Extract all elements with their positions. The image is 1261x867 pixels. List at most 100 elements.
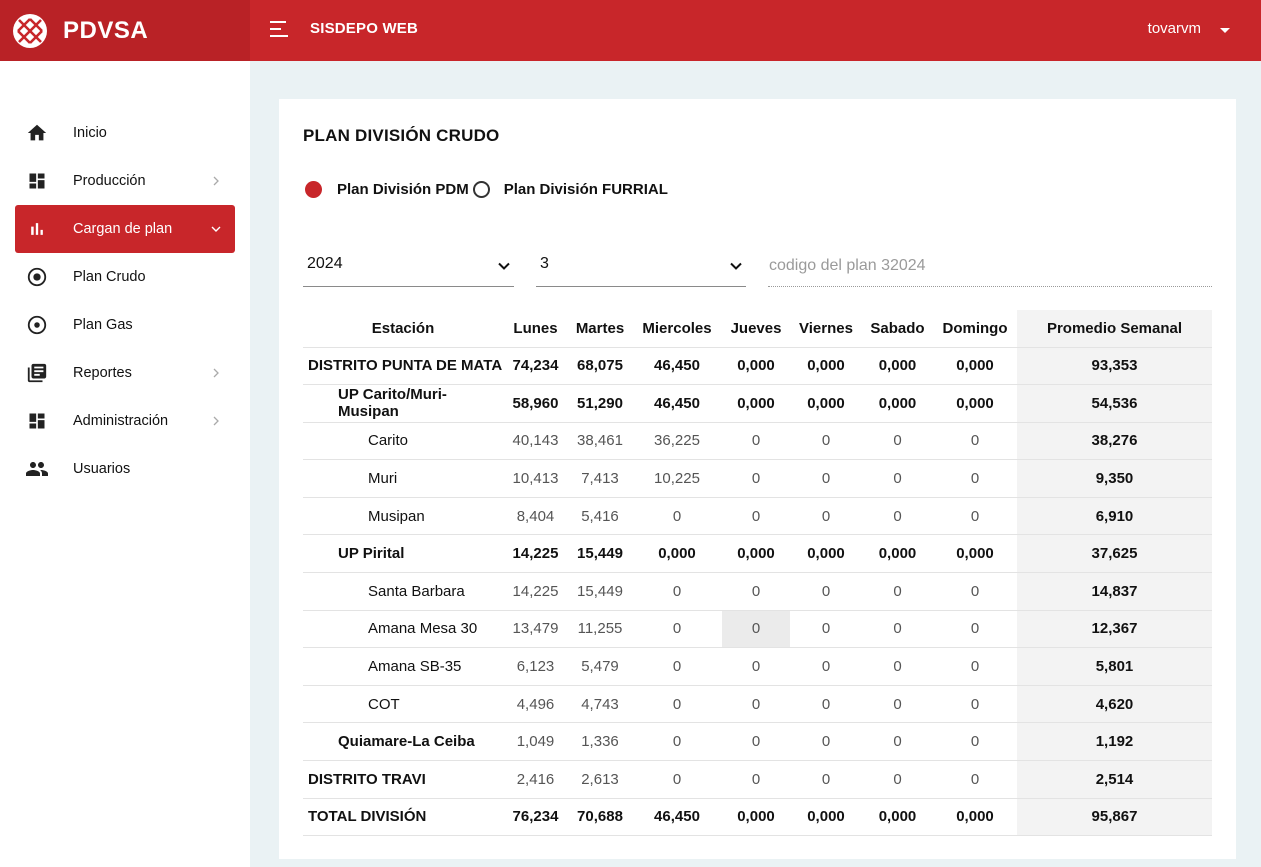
- table-cell[interactable]: 0,000: [933, 347, 1017, 386]
- table-row[interactable]: UP Pirital 14,225 15,449 0,000 0,000 0,000 0,0…: [303, 534, 1212, 574]
- table-cell[interactable]: 6,123: [503, 647, 568, 686]
- column-header[interactable]: Miercoles: [632, 310, 722, 348]
- plan-code-input[interactable]: [768, 246, 1212, 287]
- table-cell[interactable]: 0: [722, 610, 790, 649]
- table-cell[interactable]: 2,416: [503, 760, 568, 799]
- table-row[interactable]: Amana Mesa 30 13,479 11,255 0 0 0 0 0 12,367: [303, 610, 1212, 649]
- table-cell[interactable]: 0,000: [790, 798, 862, 837]
- table-cell[interactable]: 0: [722, 760, 790, 799]
- table-cell[interactable]: 0: [790, 685, 862, 724]
- sidebar-item-cargan-de-plan[interactable]: Cargan de plan: [15, 205, 235, 253]
- table-cell[interactable]: 38,461: [568, 422, 632, 461]
- table-cell[interactable]: 0: [862, 497, 933, 536]
- table-cell[interactable]: 1,049: [503, 722, 568, 762]
- table-cell[interactable]: 68,075: [568, 347, 632, 386]
- table-cell[interactable]: 40,143: [503, 422, 568, 461]
- table-cell[interactable]: 0,000: [862, 534, 933, 574]
- sidebar-item-administracion[interactable]: Administración: [15, 397, 235, 445]
- table-cell[interactable]: 0,000: [862, 798, 933, 837]
- table-cell[interactable]: 0: [933, 722, 1017, 762]
- table-cell[interactable]: 0: [722, 685, 790, 724]
- column-header[interactable]: Estación: [303, 310, 503, 348]
- table-cell[interactable]: 76,234: [503, 798, 568, 837]
- table-cell[interactable]: 0: [632, 610, 722, 649]
- menu-toggle-icon[interactable]: [268, 18, 292, 40]
- table-cell[interactable]: 0,000: [722, 798, 790, 837]
- table-cell[interactable]: 13,479: [503, 610, 568, 649]
- table-cell[interactable]: 0,000: [790, 534, 862, 574]
- table-cell[interactable]: 36,225: [632, 422, 722, 461]
- table-cell[interactable]: 0: [790, 722, 862, 762]
- table-cell[interactable]: 0: [933, 497, 1017, 536]
- table-row[interactable]: UP Carito/Muri-Musipan 58,960 51,290 46,450…: [303, 384, 1212, 423]
- table-cell[interactable]: 0,000: [790, 384, 862, 423]
- table-cell[interactable]: 0: [722, 572, 790, 611]
- year-select[interactable]: 2024: [303, 246, 514, 287]
- table-cell[interactable]: 0: [722, 722, 790, 762]
- column-header[interactable]: Martes: [568, 310, 632, 348]
- table-cell[interactable]: 0,000: [722, 347, 790, 386]
- table-cell[interactable]: 0: [862, 647, 933, 686]
- table-cell[interactable]: 0: [933, 422, 1017, 461]
- caret-down-icon[interactable]: [1213, 18, 1237, 42]
- table-cell[interactable]: 10,413: [503, 459, 568, 498]
- table-cell[interactable]: 0,000: [862, 384, 933, 423]
- table-row[interactable]: Musipan 8,404 5,416 0 0 0 0 0 6,910: [303, 497, 1212, 536]
- table-row[interactable]: TOTAL DIVISIÓN 76,234 70,688 46,450 0,000 0,0…: [303, 798, 1212, 837]
- table-cell[interactable]: 46,450: [632, 384, 722, 423]
- sidebar-item-produccion[interactable]: Producción: [15, 157, 235, 205]
- table-cell[interactable]: 0: [933, 572, 1017, 611]
- brand[interactable]: PDVSA: [0, 0, 250, 61]
- radio-furrial[interactable]: [472, 181, 490, 198]
- table-cell[interactable]: 0: [862, 685, 933, 724]
- table-row[interactable]: DISTRITO PUNTA DE MATA 74,234 68,075 46,450…: [303, 347, 1212, 386]
- table-cell[interactable]: 46,450: [632, 798, 722, 837]
- table-cell[interactable]: 0: [862, 610, 933, 649]
- radio-furrial-label[interactable]: Plan División FURRIAL: [504, 181, 668, 198]
- table-cell[interactable]: 0: [790, 497, 862, 536]
- sidebar-item-usuarios[interactable]: Usuarios: [15, 445, 235, 493]
- table-row[interactable]: DISTRITO TRAVI 2,416 2,613 0 0 0 0 0 2,514: [303, 760, 1212, 799]
- table-cell[interactable]: 4,496: [503, 685, 568, 724]
- table-cell[interactable]: 0: [632, 497, 722, 536]
- table-cell[interactable]: 0: [862, 422, 933, 461]
- column-header[interactable]: Lunes: [503, 310, 568, 348]
- table-cell[interactable]: 0: [632, 572, 722, 611]
- table-cell[interactable]: 0: [933, 610, 1017, 649]
- table-cell[interactable]: 58,960: [503, 384, 568, 423]
- table-cell[interactable]: 0: [722, 497, 790, 536]
- table-row[interactable]: Santa Barbara 14,225 15,449 0 0 0 0 0 14,837: [303, 572, 1212, 611]
- table-cell[interactable]: 0,000: [933, 798, 1017, 837]
- table-cell[interactable]: 0,000: [862, 347, 933, 386]
- column-header[interactable]: Promedio Semanal: [1017, 310, 1212, 348]
- table-cell[interactable]: 0,000: [790, 347, 862, 386]
- table-cell[interactable]: 0: [790, 459, 862, 498]
- table-cell[interactable]: 15,449: [568, 572, 632, 611]
- table-cell[interactable]: 0: [862, 722, 933, 762]
- table-row[interactable]: COT 4,496 4,743 0 0 0 0 0 4,620: [303, 685, 1212, 724]
- table-cell[interactable]: 74,234: [503, 347, 568, 386]
- table-cell[interactable]: 0: [632, 760, 722, 799]
- table-cell[interactable]: 1,336: [568, 722, 632, 762]
- table-cell[interactable]: 0: [862, 459, 933, 498]
- table-cell[interactable]: 15,449: [568, 534, 632, 574]
- table-cell[interactable]: 51,290: [568, 384, 632, 423]
- table-cell[interactable]: 14,225: [503, 572, 568, 611]
- table-cell[interactable]: 0: [790, 647, 862, 686]
- radio-pdm-label[interactable]: Plan División PDM: [337, 181, 469, 198]
- table-cell[interactable]: 5,479: [568, 647, 632, 686]
- table-cell[interactable]: 7,413: [568, 459, 632, 498]
- table-row[interactable]: Amana SB-35 6,123 5,479 0 0 0 0 0 5,801: [303, 647, 1212, 686]
- table-row[interactable]: Quiamare-La Ceiba 1,049 1,336 0 0 0 0 0 1,192: [303, 722, 1212, 762]
- radio-pdm[interactable]: [305, 181, 322, 198]
- column-header[interactable]: Domingo: [933, 310, 1017, 348]
- table-cell[interactable]: 4,743: [568, 685, 632, 724]
- table-cell[interactable]: 0: [722, 422, 790, 461]
- table-cell[interactable]: 0: [933, 760, 1017, 799]
- user-name[interactable]: tovarvm: [1148, 20, 1201, 37]
- table-cell[interactable]: 0,000: [722, 384, 790, 423]
- sidebar-item-reportes[interactable]: Reportes: [15, 349, 235, 397]
- table-cell[interactable]: 0,000: [933, 384, 1017, 423]
- sidebar-item-inicio[interactable]: Inicio: [15, 109, 235, 157]
- table-cell[interactable]: 0: [862, 760, 933, 799]
